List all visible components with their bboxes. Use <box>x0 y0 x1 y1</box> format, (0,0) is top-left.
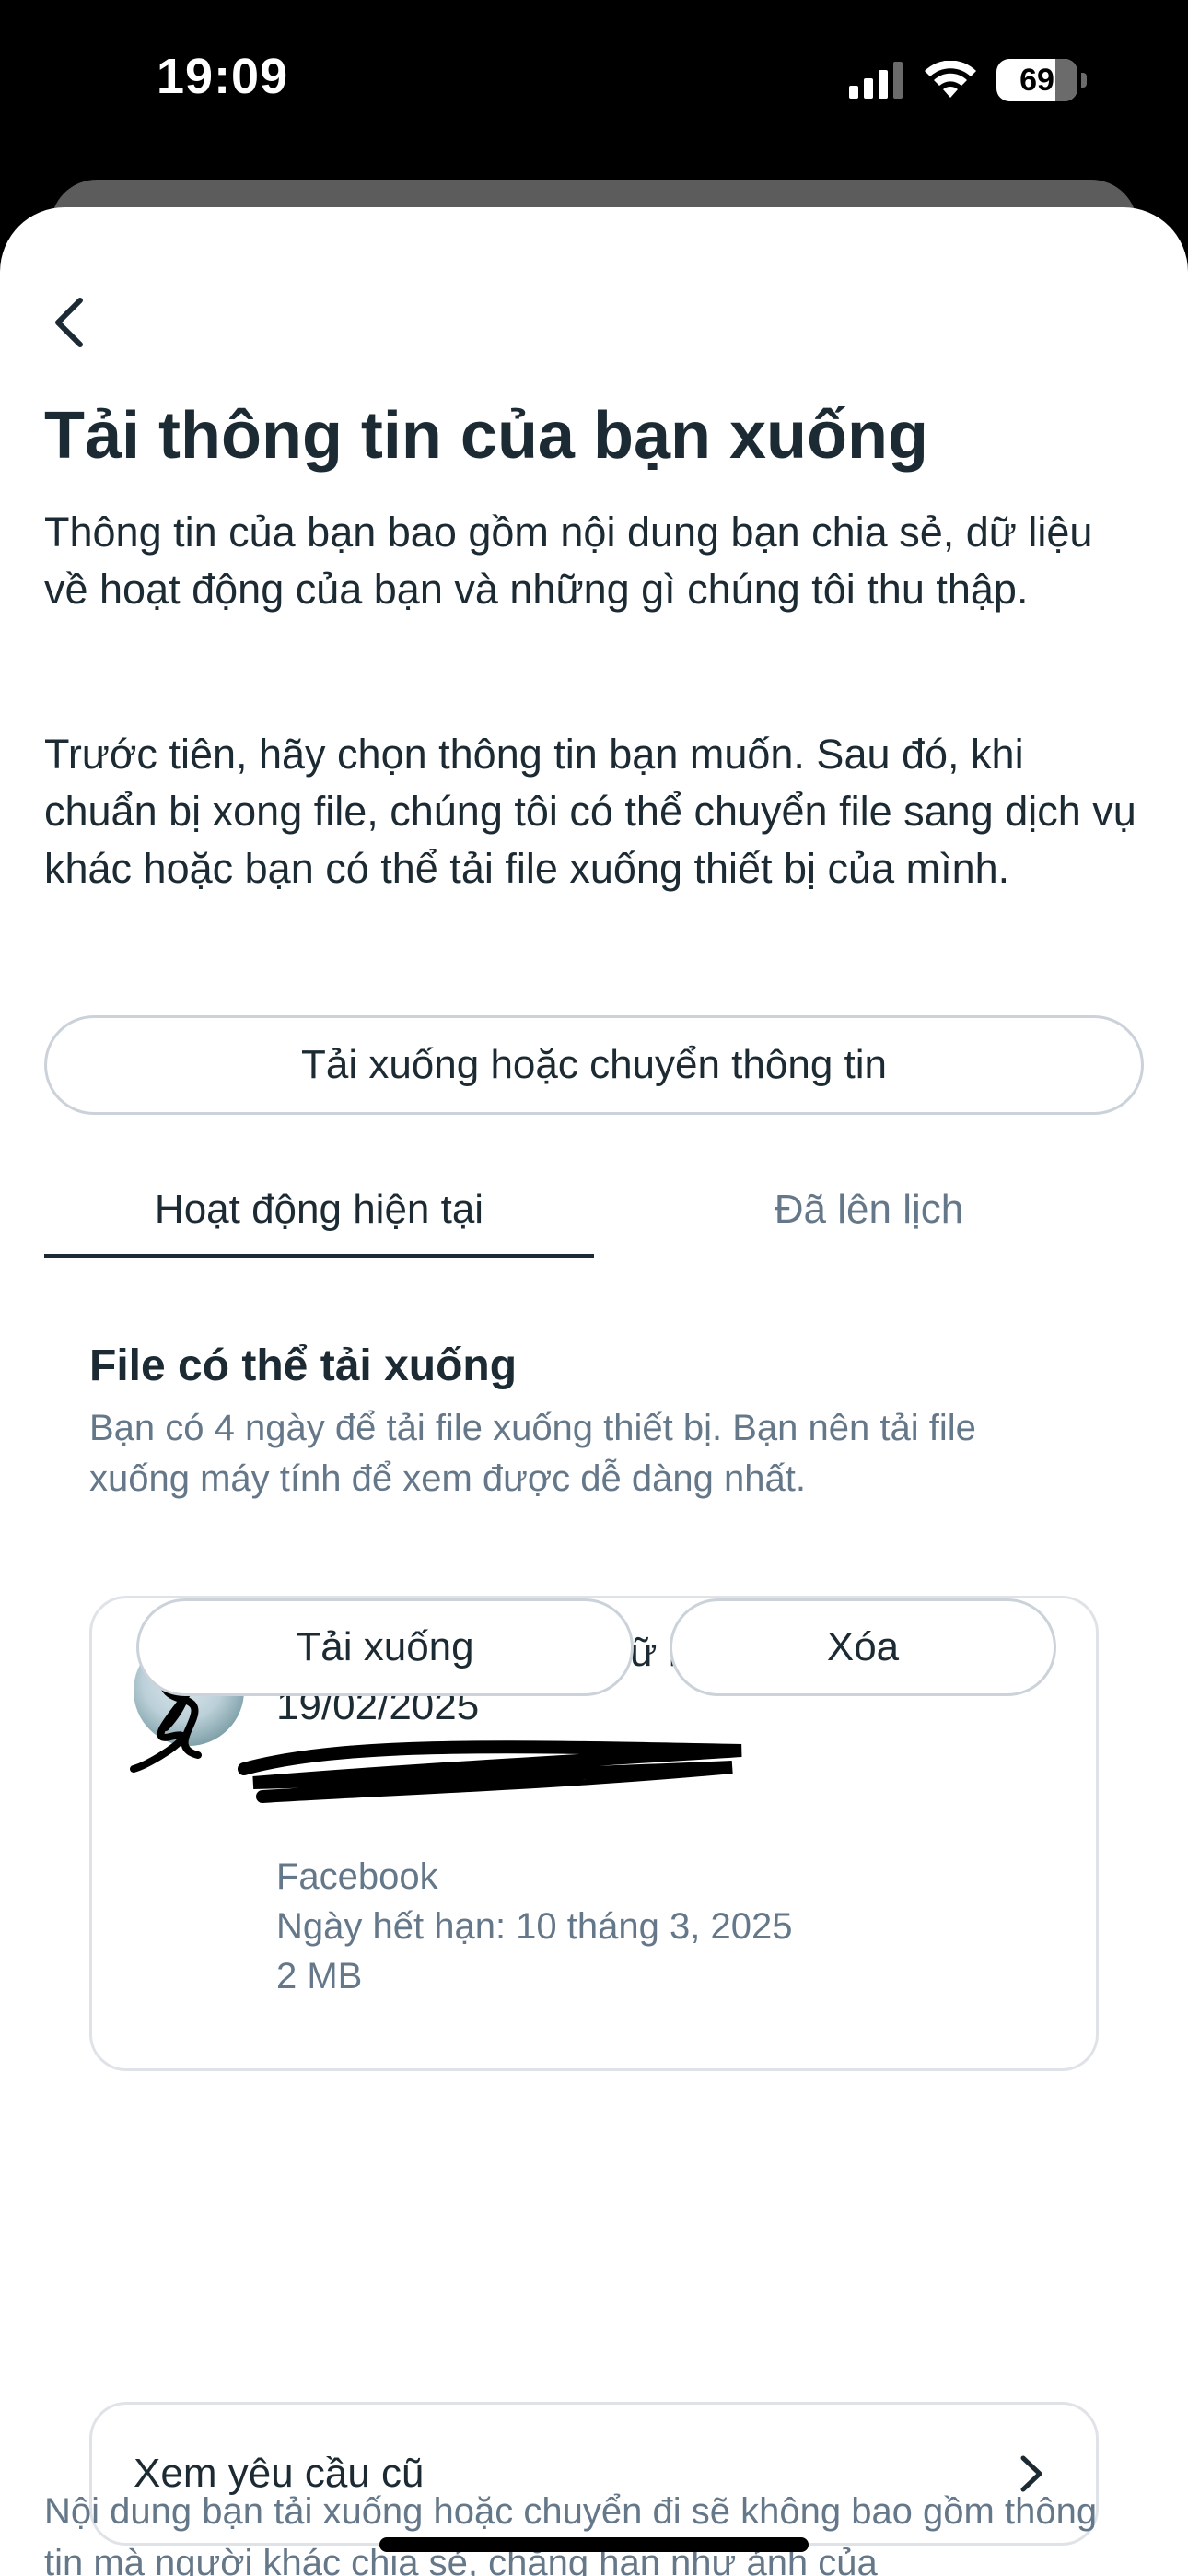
intro-paragraph-2: Trước tiên, hãy chọn thông tin bạn muốn.… <box>44 731 1136 892</box>
battery-level: 69 <box>1019 62 1054 98</box>
tab-current-activity[interactable]: Hoạt động hiện tại <box>44 1165 594 1258</box>
page-title: Tải thông tin của bạn xuống <box>44 399 928 473</box>
tab-bar: Hoạt động hiện tại Đã lên lịch <box>44 1165 1144 1258</box>
available-files-title: File có thể tải xuống <box>89 1341 518 1390</box>
file-source: Facebook <box>276 1856 438 1897</box>
delete-button[interactable]: Xóa <box>670 1598 1056 1696</box>
download-button[interactable]: Tải xuống <box>136 1598 634 1696</box>
status-icons: 69 <box>849 57 1087 103</box>
download-info-sheet: Tải thông tin của bạn xuống Thông tin củ… <box>0 207 1188 2576</box>
file-expiry: Ngày hết hạn: 10 tháng 3, 2025 <box>276 1906 793 1947</box>
signal-icon <box>849 62 903 99</box>
wifi-icon <box>925 61 976 98</box>
download-or-transfer-button[interactable]: Tải xuống hoặc chuyển thông tin <box>44 1015 1144 1115</box>
chevron-left-icon <box>55 298 83 347</box>
home-indicator <box>379 2537 809 2552</box>
status-bar: 19:09 69 <box>0 0 1188 175</box>
back-button[interactable] <box>37 290 101 355</box>
status-time: 19:09 <box>157 49 289 104</box>
redaction-scribble-owner <box>238 1740 742 1803</box>
file-size: 2 MB <box>276 1956 363 1996</box>
available-files-subtitle: Bạn có 4 ngày để tải file xuống thiết bị… <box>89 1408 976 1499</box>
battery-icon: 69 <box>996 59 1077 101</box>
tab-scheduled[interactable]: Đã lên lịch <box>594 1165 1144 1254</box>
footer-note: Nội dung bạn tải xuống hoặc chuyển đi sẽ… <box>44 2491 1098 2576</box>
download-file-card: Tải xuống nhật ký dữ liệu từ 12/02/2025 … <box>89 1596 1099 2071</box>
intro-paragraph-1: Thông tin của bạn bao gồm nội dung bạn c… <box>44 509 1093 613</box>
